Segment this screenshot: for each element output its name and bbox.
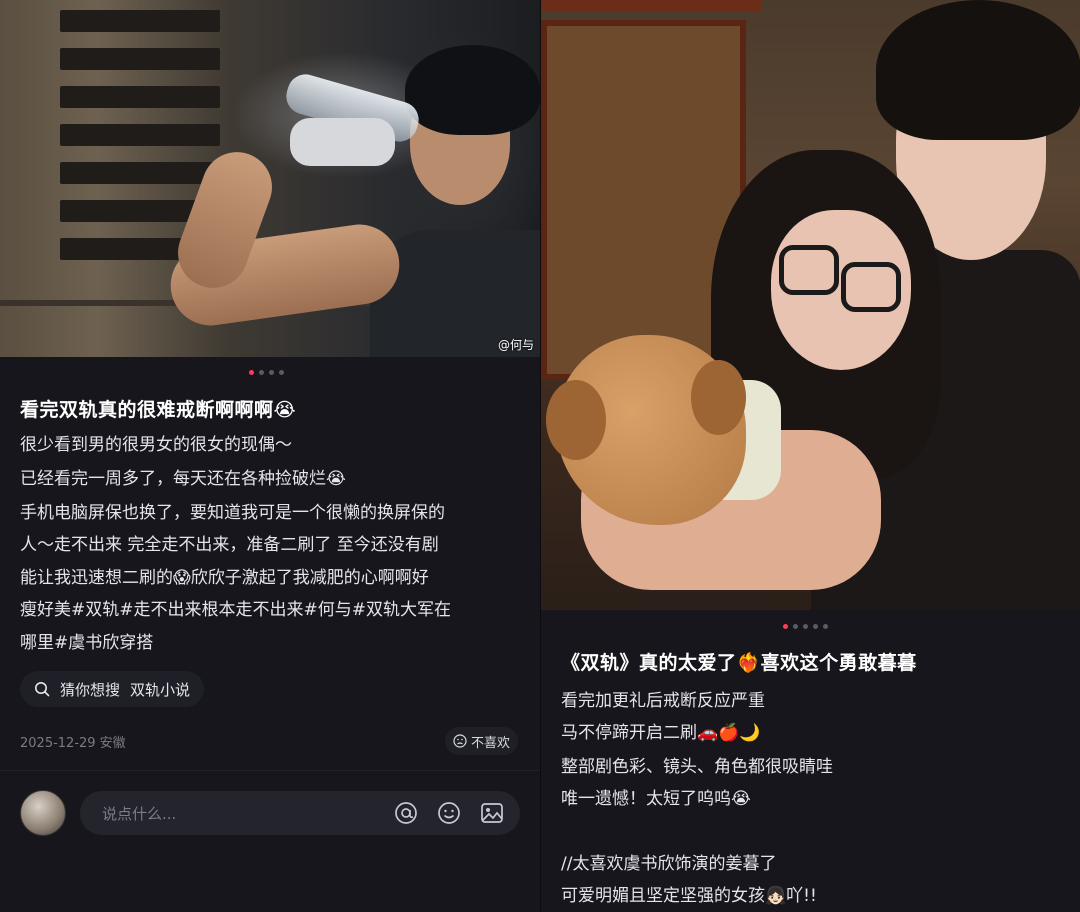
post-body-line: 马不停蹄开启二刷🚗🍎🌙 [561,723,761,743]
dislike-label: 不喜欢 [470,735,510,751]
post-body-line: 能让我迅速想二刷的😱欣欣子激起了我减肥的心啊啊好 [20,568,429,588]
carousel-dot [259,370,264,375]
carousel-dot [823,624,828,629]
post-body-line: 手机电脑屏保也换了，要知道我可是一个很懒的换屏保的 [20,503,445,523]
post-title: 《双轨》真的太爱了❤️‍🔥喜欢这个勇敢暮暮 [561,652,917,674]
post-title: 看完双轨真的很难戒断啊啊啊😭 [20,399,297,421]
post-body-line: 瘦好美#双轨#走不出来根本走不出来#何与#双轨大军在 [20,600,451,620]
post-body-line: 可爱明媚且坚定坚强的女孩👧🏻吖!! [561,886,817,906]
image-icon[interactable] [479,800,505,826]
post-body-line: 看完加更礼后戒断反应严重 [561,691,765,711]
post-photo-workout[interactable]: @何与 [0,0,540,357]
left-post: @何与 看完双轨真的很难戒断啊啊啊😭 很少看到男的很男女的很女的现偶～ 已经看完… [0,0,540,912]
post-body-line: //太喜欢虞书欣饰演的姜暮了 [561,854,777,874]
photo-watermark: @何与 [497,338,534,352]
carousel-dot-active [249,370,254,375]
search-chip-query[interactable]: 双轨小说 [130,679,190,700]
comment-placeholder: 说点什么... [102,805,177,823]
at-sign-icon[interactable] [393,800,419,826]
carousel-indicator [249,370,284,375]
post-photo-couple-puppy[interactable] [541,0,1080,610]
comment-input[interactable]: 说点什么... [80,791,520,835]
post-body-line: 唯一遗憾！太短了呜呜😭 [561,789,751,809]
post-body-line: 人～走不出来 完全走不出来，准备二刷了 至今还没有剧 [20,535,439,555]
carousel-dot [279,370,284,375]
frown-face-icon [453,734,467,748]
carousel-dot [803,624,808,629]
post-body-line: 哪里#虞书欣穿搭 [20,633,154,653]
right-post: 《双轨》真的太爱了❤️‍🔥喜欢这个勇敢暮暮 看完加更礼后戒断反应严重 马不停蹄开… [540,0,1080,912]
post-body-line: 已经看完一周多了，每天还在各种捡破烂😭 [20,469,346,489]
post-body-line: 整部剧色彩、镜头、角色都很吸睛哇 [561,757,833,777]
carousel-dot [813,624,818,629]
post-body-line: 很少看到男的很男女的很女的现偶～ [20,435,292,455]
carousel-dot [793,624,798,629]
carousel-indicator [783,624,828,629]
avatar[interactable] [20,790,66,836]
search-icon [35,682,50,697]
dislike-button[interactable]: 不喜欢 [444,727,518,755]
post-date-location: 2025-12-29 安徽 [20,736,126,751]
related-search-chip[interactable]: 猜你想搜 双轨小说 [20,671,205,707]
carousel-dot [269,370,274,375]
smile-face-icon[interactable] [436,800,462,826]
search-chip-label: 猜你想搜 [60,680,121,699]
carousel-dot-active [783,624,788,629]
